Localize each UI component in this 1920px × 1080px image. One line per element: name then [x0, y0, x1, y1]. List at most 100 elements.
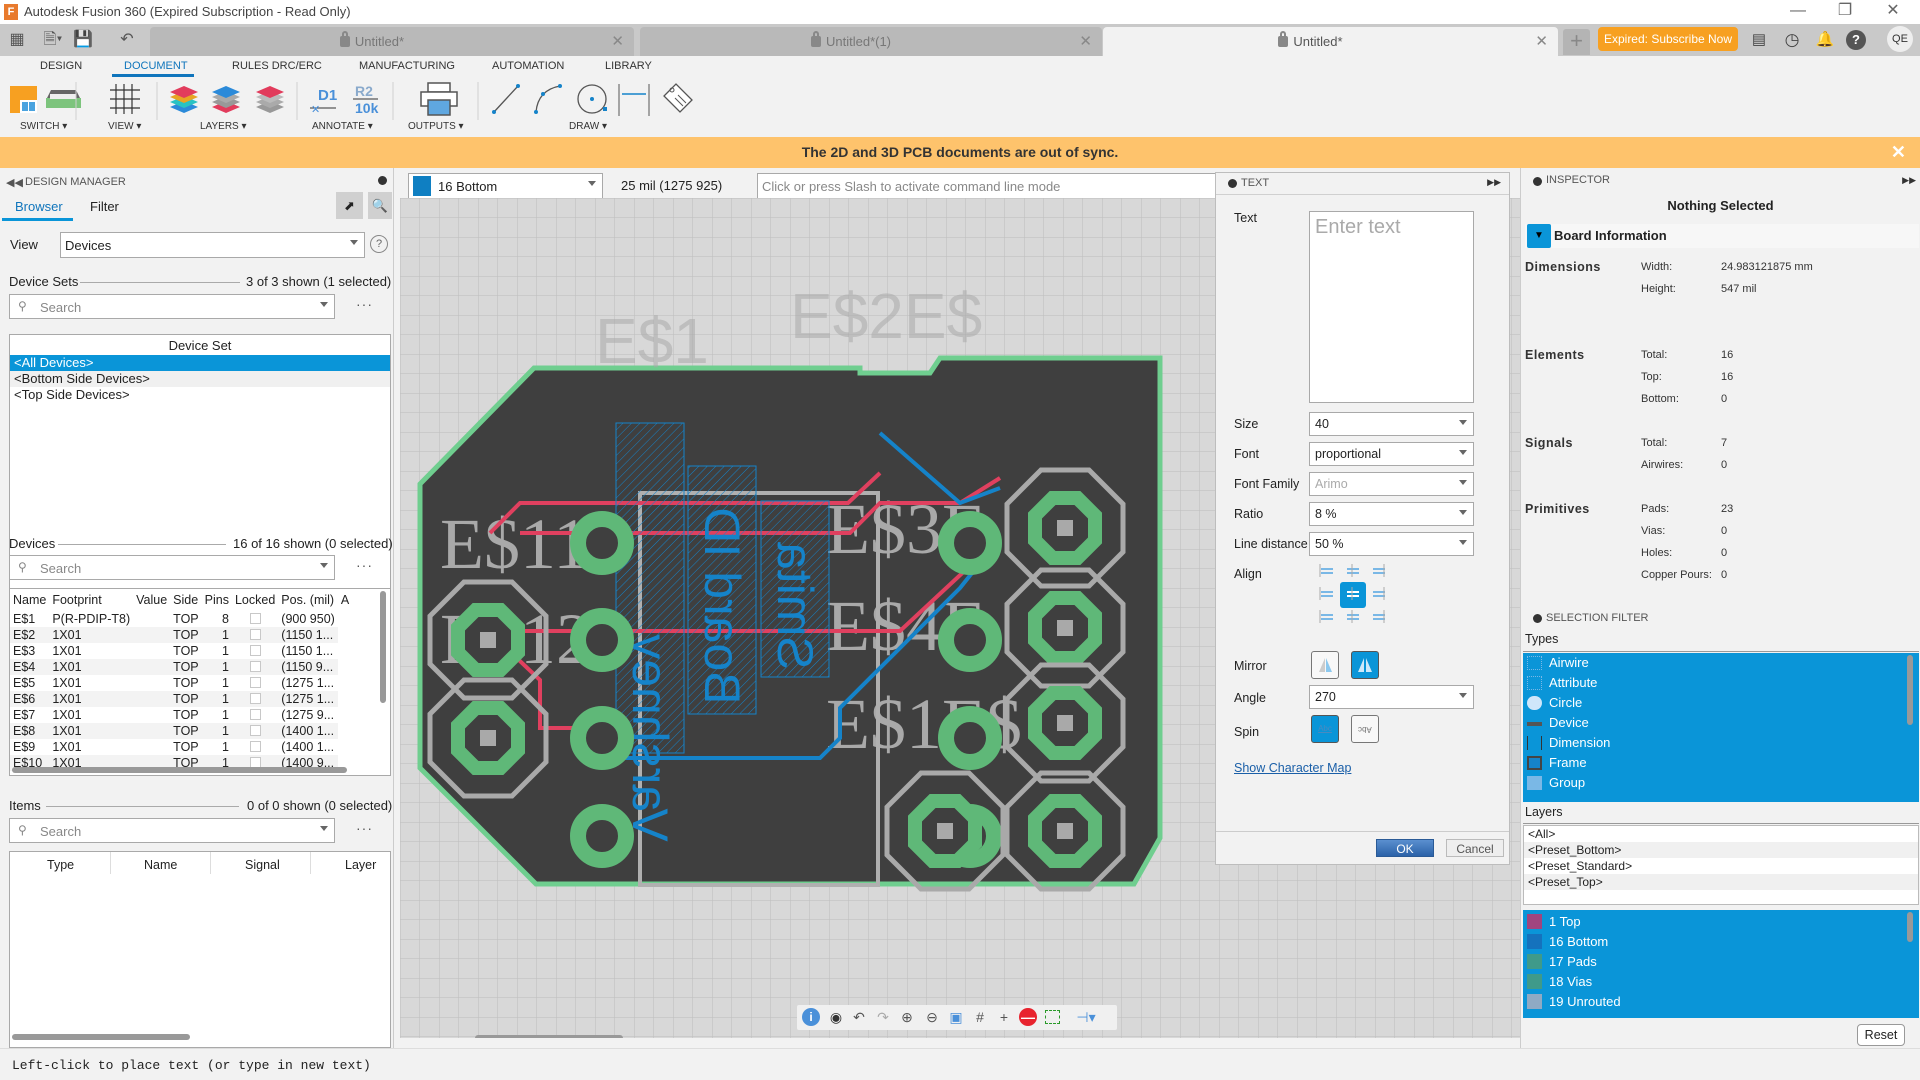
size-select[interactable]: 40: [1309, 412, 1474, 436]
switch-group-label[interactable]: SWITCH ▾: [20, 121, 67, 132]
zoom-select-button[interactable]: 🔍: [368, 192, 392, 219]
bottom-text-board-id[interactable]: Board ID: [694, 507, 750, 704]
list-item[interactable]: <All Devices>: [10, 355, 390, 371]
stop-icon[interactable]: —: [1019, 1008, 1037, 1026]
table-row[interactable]: E$2 1X01 TOP 1 (1150 1...: [10, 627, 352, 643]
layers-all-icon[interactable]: [170, 86, 198, 113]
layer-filter-item[interactable]: 17 Pads: [1523, 952, 1919, 972]
collapse-panel-icon[interactable]: ◀◀: [6, 176, 23, 189]
more-options-icon[interactable]: ···: [356, 296, 373, 312]
column-signal[interactable]: Signal: [245, 858, 280, 872]
comments-icon[interactable]: ▤: [1748, 29, 1770, 51]
subscribe-button[interactable]: Expired: Subscribe Now: [1598, 27, 1738, 51]
font-family-select[interactable]: Arimo: [1309, 472, 1474, 496]
line-tool-icon[interactable]: [492, 84, 520, 114]
round-pad[interactable]: [570, 804, 634, 868]
new-tab-button[interactable]: +: [1563, 29, 1590, 55]
close-tab-icon[interactable]: ✕: [1535, 32, 1548, 50]
close-tab-icon[interactable]: ✕: [1079, 32, 1092, 50]
round-pad[interactable]: [570, 608, 634, 672]
undo-icon[interactable]: ↶: [850, 1008, 868, 1026]
zoom-in-icon[interactable]: ⊕: [898, 1008, 916, 1026]
zoom-out-icon[interactable]: ⊖: [923, 1008, 941, 1026]
switch-2d-3d-icon[interactable]: [10, 86, 37, 113]
spin-on-button[interactable]: Abc: [1351, 715, 1379, 743]
show-character-map-link[interactable]: Show Character Map: [1234, 761, 1351, 775]
help-icon[interactable]: ?: [370, 235, 388, 253]
print-icon[interactable]: [420, 82, 458, 116]
type-filter-item[interactable]: Frame: [1523, 753, 1919, 773]
vertical-scrollbar[interactable]: [380, 591, 386, 703]
inspector-minimize-icon[interactable]: [1533, 177, 1542, 186]
table-row[interactable]: E$8 1X01 TOP 1 (1400 1...: [10, 723, 352, 739]
attribute-tag-icon[interactable]: [663, 83, 693, 113]
close-icon[interactable]: ✕: [1870, 0, 1916, 24]
type-filter-item[interactable]: Group: [1523, 773, 1919, 793]
ribbon-tab-library[interactable]: LIBRARY: [605, 60, 652, 72]
more-options-icon[interactable]: ···: [356, 820, 373, 836]
command-line-input[interactable]: Click or press Slash to activate command…: [757, 173, 1217, 199]
outputs-group-label[interactable]: OUTPUTS ▾: [408, 121, 464, 132]
font-select[interactable]: proportional: [1309, 442, 1474, 466]
app-grid-icon[interactable]: ▦: [6, 30, 28, 50]
devices-search[interactable]: ⚲ Search: [9, 555, 335, 580]
ribbon-tab-rules[interactable]: RULES DRC/ERC: [232, 60, 322, 72]
table-row[interactable]: E$5 1X01 TOP 1 (1275 1...: [10, 675, 352, 691]
mirror-off-button[interactable]: [1311, 651, 1339, 679]
tab-browser[interactable]: Browser: [15, 199, 63, 214]
file-menu-icon[interactable]: 🗎▾: [38, 30, 68, 50]
column-header[interactable]: Name: [10, 589, 49, 611]
job-status-icon[interactable]: ◷: [1781, 29, 1803, 51]
tab-untitled[interactable]: Untitled* ✕: [150, 27, 634, 56]
column-type[interactable]: Type: [47, 858, 74, 872]
annotate-value-icon[interactable]: R2 10k: [353, 83, 379, 116]
locked-checkbox[interactable]: [249, 693, 261, 704]
ribbon-tab-document[interactable]: DOCUMENT: [124, 60, 188, 72]
device-sets-search[interactable]: ⚲ Search: [9, 294, 335, 319]
dimension-tool-icon[interactable]: [618, 84, 650, 116]
more-options-icon[interactable]: ···: [356, 557, 373, 573]
locked-checkbox[interactable]: [249, 613, 261, 624]
mirror-on-button[interactable]: [1351, 651, 1379, 679]
table-row[interactable]: E$7 1X01 TOP 1 (1275 9...: [10, 707, 352, 723]
type-filter-item[interactable]: Attribute: [1523, 673, 1919, 693]
reset-button[interactable]: Reset: [1857, 1024, 1905, 1046]
dialog-minimize-icon[interactable]: [1228, 179, 1237, 188]
route-icon[interactable]: ⊣▾: [1071, 1008, 1101, 1026]
panel-minimize-icon[interactable]: [378, 176, 387, 185]
bottom-text-smita[interactable]: Smita: [767, 542, 823, 670]
tab-filter[interactable]: Filter: [90, 199, 119, 214]
locked-checkbox[interactable]: [249, 661, 261, 672]
restore-icon[interactable]: ❐: [1822, 0, 1868, 24]
round-pad[interactable]: [938, 608, 1002, 672]
expand-icon[interactable]: ▶▶: [1902, 175, 1916, 186]
close-tab-icon[interactable]: ✕: [611, 32, 624, 50]
table-row[interactable]: E$4 1X01 TOP 1 (1150 9...: [10, 659, 352, 675]
angle-select[interactable]: 270: [1309, 685, 1474, 709]
round-pad[interactable]: [570, 706, 634, 770]
column-header[interactable]: Pos. (mil): [278, 589, 338, 611]
minimize-icon[interactable]: —: [1775, 0, 1821, 24]
locked-checkbox[interactable]: [249, 645, 261, 656]
items-search[interactable]: ⚲ Search: [9, 818, 335, 843]
column-header[interactable]: Side: [170, 589, 201, 611]
column-name[interactable]: Name: [144, 858, 177, 872]
annotate-group-label[interactable]: ANNOTATE ▾: [312, 121, 373, 132]
round-pad[interactable]: [938, 511, 1002, 575]
expand-icon[interactable]: ▶▶: [1487, 177, 1501, 188]
column-header[interactable]: Value: [133, 589, 170, 611]
layer-filter-item[interactable]: 18 Vias: [1523, 972, 1919, 992]
type-filter-item[interactable]: Circle: [1523, 693, 1919, 713]
notifications-icon[interactable]: 🔔: [1814, 29, 1836, 51]
info-icon[interactable]: i: [802, 1008, 820, 1026]
tab-untitled-1[interactable]: Untitled*(1) ✕: [640, 27, 1102, 56]
list-item[interactable]: <Bottom Side Devices>: [10, 371, 390, 387]
display-icon[interactable]: ◉: [827, 1008, 845, 1026]
draw-group-label[interactable]: DRAW ▾: [569, 121, 607, 132]
locked-checkbox[interactable]: [249, 629, 261, 640]
canvas-horizontal-scrollbar[interactable]: [475, 1035, 623, 1038]
layer-filter-item[interactable]: 16 Bottom: [1523, 932, 1919, 952]
view-select[interactable]: Devices: [60, 232, 365, 258]
layers-top-icon[interactable]: [212, 86, 240, 113]
align-bottom-left-button[interactable]: [1314, 605, 1340, 631]
